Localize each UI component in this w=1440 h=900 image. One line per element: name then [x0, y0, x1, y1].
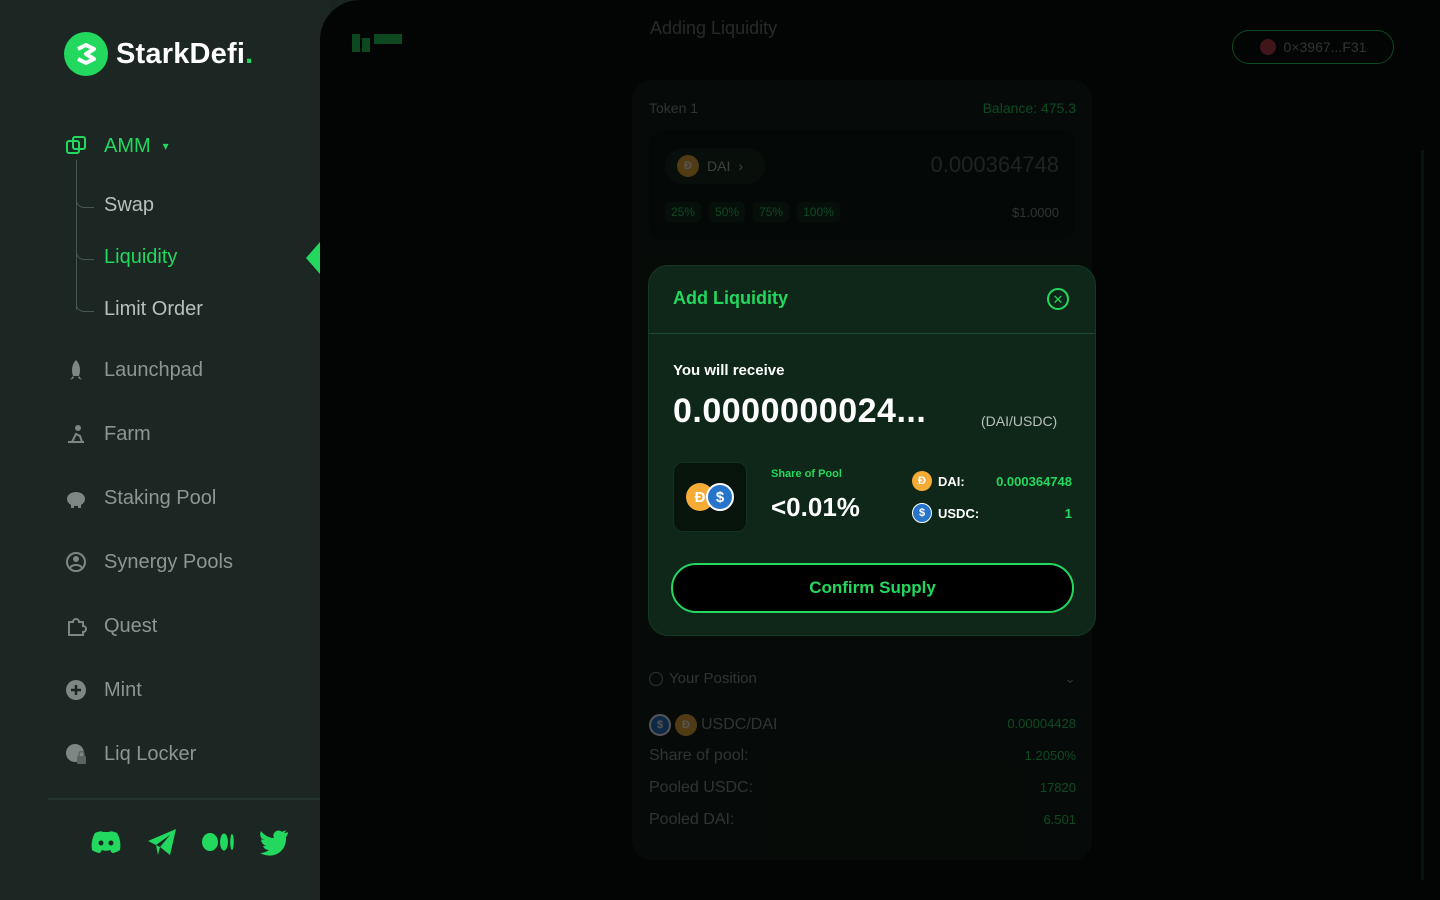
- receive-pair: (DAI/USDC): [981, 413, 1058, 429]
- receive-amount: 0.0000000024...: [673, 392, 927, 430]
- usdc-coin-icon: $: [649, 714, 671, 736]
- page-title: Adding Liquidity: [650, 18, 778, 38]
- plus-circle-icon: [62, 676, 90, 704]
- position-pair-name: USDC/DAI: [701, 716, 778, 733]
- nav-quest[interactable]: Quest: [62, 612, 157, 640]
- nav-amm[interactable]: AMM ▾: [62, 132, 169, 160]
- sidebar-divider: [48, 798, 330, 800]
- receive-label: You will receive: [673, 362, 785, 379]
- confirm-supply-button[interactable]: Confirm Supply: [671, 563, 1074, 613]
- lock-badge-icon: [62, 740, 90, 768]
- brand-logo[interactable]: StarkDefi.: [64, 32, 253, 76]
- dai-coin-icon: Ð: [675, 714, 697, 736]
- nav-synergy-pools[interactable]: Synergy Pools: [62, 548, 233, 576]
- your-position-title: Your Position: [669, 670, 757, 687]
- brand-name: StarkDefi.: [116, 37, 254, 70]
- usdc-label: USDC:: [938, 505, 980, 521]
- position-pair: $ Ð USDC/DAI: [649, 714, 777, 736]
- nav-mint[interactable]: Mint: [62, 676, 142, 704]
- token1-label: Token 1: [649, 100, 699, 116]
- active-indicator: [306, 242, 320, 274]
- medium-icon[interactable]: [200, 824, 236, 860]
- pooled-dai-value: 6.501: [1043, 812, 1076, 827]
- usdc-value: 1: [1064, 505, 1072, 521]
- modal-divider: [649, 333, 1095, 334]
- percent-25-button[interactable]: 25%: [665, 202, 702, 222]
- starkdefi-logo-icon: [64, 32, 108, 76]
- percent-buttons: 25% 50% 75% 100%: [665, 202, 840, 222]
- usdc-coin-icon: $: [912, 503, 932, 523]
- token1-input-box: Ð DAI › 0.000364748 25% 50% 75% 100% $1.…: [649, 130, 1075, 240]
- percent-100-button[interactable]: 100%: [797, 202, 840, 222]
- farm-icon: [62, 420, 90, 448]
- puzzle-icon: [62, 612, 90, 640]
- nav-staking-pool-label: Staking Pool: [104, 486, 217, 509]
- dai-label: DAI:: [938, 473, 965, 489]
- token1-symbol: DAI: [707, 158, 731, 174]
- dai-coin-icon: Ð: [677, 155, 699, 177]
- share-of-pool-label: Share of pool:: [649, 747, 749, 764]
- nav-limit-order[interactable]: Limit Order: [104, 298, 203, 321]
- app-mini-logo-icon[interactable]: [350, 30, 404, 59]
- chevron-down-icon[interactable]: ⌄: [1064, 670, 1076, 687]
- share-of-pool-value: 1.2050%: [1024, 748, 1076, 763]
- nav-liq-locker-label: Liq Locker: [104, 742, 197, 765]
- percent-75-button[interactable]: 75%: [753, 202, 790, 222]
- share-of-pool-label: Share of Pool: [771, 468, 842, 480]
- dai-coin-icon: Ð: [912, 471, 932, 491]
- piggy-bank-icon: [62, 484, 90, 512]
- sidebar: StarkDefi. AMM ▾ Swap Liquidity Limit Or…: [0, 0, 330, 900]
- twitter-icon[interactable]: [256, 824, 292, 860]
- nav-liquidity[interactable]: Liquidity: [104, 246, 177, 269]
- share-of-pool-value: <0.01%: [771, 492, 860, 522]
- add-liquidity-modal: Add Liquidity ✕ You will receive 0.00000…: [648, 265, 1096, 636]
- nav-quest-label: Quest: [104, 614, 158, 637]
- amm-icon: [62, 132, 90, 160]
- nav-farm-label: Farm: [104, 422, 151, 445]
- your-position-header[interactable]: Your Position: [649, 670, 757, 687]
- nav-launchpad[interactable]: Launchpad: [62, 356, 203, 384]
- chevron-right-icon: ›: [738, 158, 744, 174]
- token1-amount-input[interactable]: 0.000364748: [931, 152, 1059, 178]
- nav-launchpad-label: Launchpad: [104, 358, 203, 381]
- info-icon: [649, 671, 663, 686]
- scrollbar[interactable]: [1421, 150, 1424, 880]
- usdc-amount-row: $ USDC: 1: [912, 503, 1072, 523]
- token1-usd-value: $1.0000: [1012, 205, 1059, 220]
- nav-synergy-pools-label: Synergy Pools: [104, 550, 233, 573]
- wallet-address: 0×3967...F31: [1283, 39, 1367, 55]
- nav-mint-label: Mint: [104, 678, 142, 701]
- pooled-dai-label: Pooled DAI:: [649, 811, 735, 828]
- synergy-icon: [62, 548, 90, 576]
- nav-staking-pool[interactable]: Staking Pool: [62, 484, 216, 512]
- tree-branch: [76, 248, 94, 260]
- rocket-icon: [62, 356, 90, 384]
- pooled-usdc-label: Pooled USDC:: [649, 779, 754, 796]
- modal-title: Add Liquidity: [673, 288, 788, 308]
- usdc-coin-icon: $: [706, 483, 734, 511]
- social-links: [88, 824, 292, 860]
- dai-value: 0.000364748: [996, 473, 1072, 489]
- pooled-usdc-value: 17820: [1039, 780, 1076, 795]
- position-pair-value: 0.00004428: [1007, 716, 1076, 731]
- tree-branch: [76, 300, 94, 312]
- nav-amm-label: AMM: [104, 134, 151, 157]
- wallet-avatar-icon: [1259, 39, 1276, 55]
- tree-line: [76, 160, 77, 310]
- token1-select[interactable]: Ð DAI ›: [665, 148, 765, 184]
- wallet-button[interactable]: 0×3967...F31: [1232, 30, 1394, 64]
- chevron-down-icon: ▾: [162, 139, 169, 153]
- token1-balance: Balance: 475.3: [982, 100, 1076, 116]
- tree-branch: [76, 196, 94, 208]
- percent-50-button[interactable]: 50%: [709, 202, 746, 222]
- discord-icon[interactable]: [88, 824, 124, 860]
- pair-icon-box: Ð $: [673, 462, 747, 532]
- nav-liq-locker[interactable]: Liq Locker: [62, 740, 196, 768]
- nav-farm[interactable]: Farm: [62, 420, 151, 448]
- close-icon[interactable]: ✕: [1047, 288, 1069, 310]
- dai-amount-row: Ð DAI: 0.000364748: [912, 471, 1072, 491]
- nav-swap[interactable]: Swap: [104, 194, 154, 217]
- telegram-icon[interactable]: [144, 824, 180, 860]
